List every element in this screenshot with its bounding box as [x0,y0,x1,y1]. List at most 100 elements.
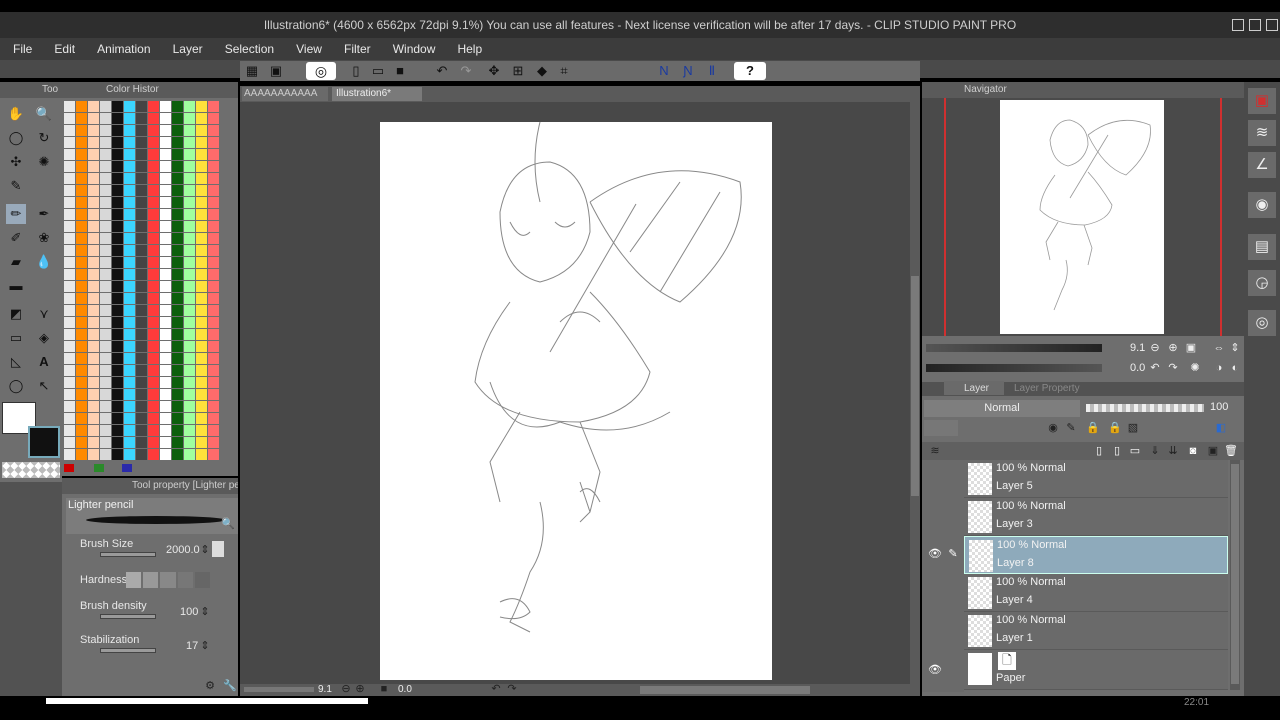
color-swatch[interactable] [160,413,171,424]
color-swatch[interactable] [196,389,207,400]
snap-grid-icon[interactable]: Ⅱ [702,61,722,81]
color-swatch[interactable] [76,269,87,280]
color-swatch[interactable] [196,377,207,388]
layer-color-select[interactable] [924,420,958,436]
color-swatch[interactable] [196,281,207,292]
merge-down-icon[interactable]: ⇓ [1148,443,1162,459]
nav-reset-rotation-icon[interactable]: ✺ [1188,360,1202,376]
vertical-scroll-thumb[interactable] [911,276,919,496]
recent-color-green[interactable] [94,464,104,472]
color-swatch[interactable] [76,245,87,256]
doc-tab-1[interactable]: AAAAAAAAAAA [242,87,328,101]
color-swatch[interactable] [124,221,135,232]
color-swatch[interactable] [100,113,111,124]
color-swatch[interactable] [88,437,99,448]
color-swatch[interactable] [76,425,87,436]
rotate-icon[interactable]: ↻ [34,128,54,148]
color-swatch[interactable] [64,329,75,340]
color-swatch[interactable] [112,305,123,316]
color-swatch[interactable] [100,353,111,364]
density-spinner[interactable]: ⇕ [200,604,210,620]
color-swatch[interactable] [76,437,87,448]
color-swatch[interactable] [100,413,111,424]
color-swatch[interactable] [208,401,219,412]
color-swatch[interactable] [196,101,207,112]
color-swatch[interactable] [100,185,111,196]
color-swatch[interactable] [208,281,219,292]
dock-info-icon[interactable]: ▤ [1248,234,1276,260]
color-swatch[interactable] [196,173,207,184]
stabilization-value[interactable]: 17 [186,640,198,652]
color-swatch[interactable] [208,449,219,460]
dock-subtool-icon[interactable]: ∠ [1248,152,1276,178]
color-swatch[interactable] [76,221,87,232]
color-swatch[interactable] [196,341,207,352]
text-icon[interactable]: A [34,352,54,372]
color-swatch[interactable] [100,281,111,292]
color-swatch[interactable] [136,425,147,436]
color-swatch[interactable] [64,233,75,244]
color-swatch[interactable] [148,293,159,304]
color-swatch[interactable] [112,101,123,112]
color-swatch[interactable] [136,329,147,340]
color-swatch[interactable] [184,137,195,148]
navigator-view[interactable] [922,98,1244,336]
color-swatch[interactable] [88,425,99,436]
color-swatch[interactable] [100,269,111,280]
color-swatch[interactable] [76,341,87,352]
zoom-out-icon[interactable]: ⊖ [340,682,352,696]
color-swatch[interactable] [112,317,123,328]
color-swatch[interactable] [160,437,171,448]
color-swatch[interactable] [64,221,75,232]
color-swatch[interactable] [184,209,195,220]
apply-mask-icon[interactable]: ▣ [1206,443,1220,459]
color-swatch[interactable] [208,329,219,340]
color-swatch[interactable] [160,245,171,256]
blend-icon[interactable]: 💧 [34,252,54,272]
color-swatch[interactable] [196,257,207,268]
color-swatch[interactable] [88,377,99,388]
color-swatch[interactable] [136,269,147,280]
palette-color-icon[interactable]: ◧ [1214,420,1228,436]
color-swatch[interactable] [208,173,219,184]
color-swatch[interactable] [88,149,99,160]
color-swatch[interactable] [76,125,87,136]
color-swatch[interactable] [148,281,159,292]
canvas-viewport[interactable] [240,102,910,684]
color-swatch[interactable] [76,185,87,196]
color-swatch[interactable] [88,293,99,304]
color-swatch[interactable] [184,185,195,196]
color-swatch[interactable] [184,197,195,208]
figure-icon[interactable]: ⋎ [34,304,54,324]
color-swatch[interactable] [124,425,135,436]
color-swatch[interactable] [124,269,135,280]
maximize-button[interactable] [1249,19,1261,31]
color-swatch[interactable] [148,305,159,316]
zoom-hand-icon[interactable]: ✋ [6,104,26,124]
color-swatch[interactable] [208,245,219,256]
magnifier-icon[interactable]: 🔍 [220,516,236,532]
color-swatch[interactable] [172,173,183,184]
merge-selected-icon[interactable]: ⇊ [1166,443,1180,459]
menu-edit[interactable]: Edit [41,38,75,60]
color-swatch[interactable] [160,293,171,304]
opacity-value[interactable]: 100 [1210,401,1228,413]
color-swatch[interactable] [148,389,159,400]
zoom-slider[interactable] [244,687,314,692]
color-swatch[interactable] [112,449,123,460]
color-swatch[interactable] [148,113,159,124]
color-swatch[interactable] [184,389,195,400]
color-swatch[interactable] [136,161,147,172]
color-swatch[interactable] [148,437,159,448]
color-swatch[interactable] [148,185,159,196]
color-swatch[interactable] [172,137,183,148]
color-swatch[interactable] [76,389,87,400]
color-swatch[interactable] [112,437,123,448]
color-swatch[interactable] [100,377,111,388]
color-swatch[interactable] [76,377,87,388]
color-swatch[interactable] [160,305,171,316]
color-swatch[interactable] [76,317,87,328]
transparent-color-swatch[interactable] [2,462,60,478]
color-swatch[interactable] [184,269,195,280]
move-layer-icon[interactable]: ✣ [6,152,26,172]
